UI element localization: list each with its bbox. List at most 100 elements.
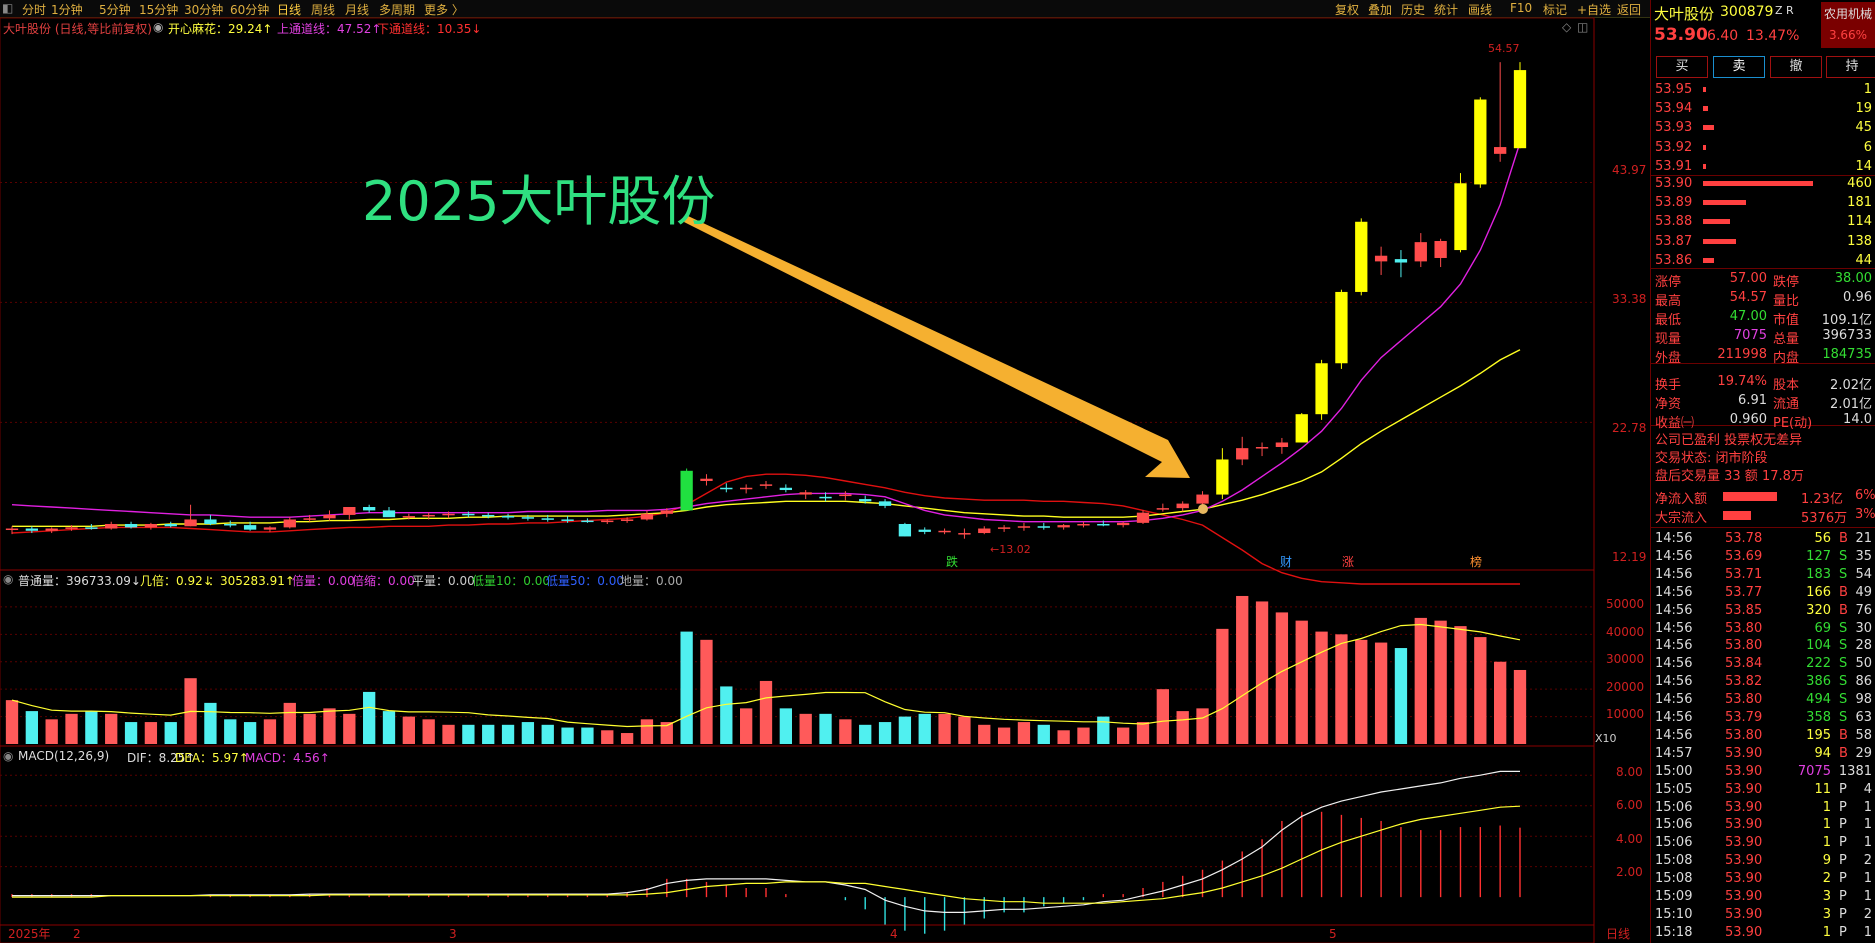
tick-side: P	[1839, 889, 1847, 904]
tick-count: 2	[1863, 906, 1872, 922]
candle-body	[184, 519, 197, 527]
legend-low10: 低量10：0.00	[472, 574, 550, 588]
volume-bar	[878, 722, 892, 744]
book-volume: 45	[1855, 120, 1872, 136]
volume-bar	[204, 702, 217, 744]
volume-bar	[541, 724, 554, 744]
tick-volume: 320	[1806, 602, 1831, 618]
candle-body	[482, 514, 495, 517]
sector-box[interactable]: 农用机械 3.66%	[1821, 2, 1875, 48]
volume-bar	[1454, 626, 1467, 744]
candle-body	[799, 492, 812, 495]
candle-body	[1414, 242, 1427, 262]
tick-side: B	[1839, 531, 1848, 546]
candle-body	[1196, 494, 1209, 504]
buy-button[interactable]: 买	[1656, 56, 1708, 78]
tick-time: 15:06	[1655, 835, 1693, 851]
volume-bar	[1077, 727, 1090, 744]
block-inflow-pct: 3%	[1855, 507, 1875, 522]
volume-bar	[740, 708, 753, 744]
macd-tick: 6.00	[1616, 798, 1643, 812]
tick-time: 14:56	[1655, 674, 1693, 690]
tick-volume: 11	[1814, 781, 1831, 797]
volume-bar	[1295, 620, 1308, 744]
stat-value: 109.1亿	[1821, 313, 1872, 328]
candle-body	[720, 487, 733, 490]
tick-side: P	[1839, 906, 1847, 922]
date-month: 2	[73, 927, 81, 941]
tick-volume: 195	[1806, 727, 1831, 743]
tick-side: S	[1839, 548, 1848, 564]
kline-chart[interactable]: 2025大叶股份 43.97 33.38 22.78 12.19 54.57 ←…	[0, 0, 1650, 943]
volume-bar	[680, 631, 693, 744]
tick-price: 53.90	[1725, 781, 1763, 797]
tick-time: 15:09	[1655, 889, 1693, 904]
tick-price: 53.80	[1725, 727, 1763, 743]
volume-settings-icon[interactable]: ◉	[3, 572, 13, 586]
candle-body	[1255, 447, 1269, 449]
stat-label: 净资	[1655, 397, 1682, 412]
tick-price: 53.80	[1725, 692, 1763, 708]
tick-side: S	[1839, 692, 1848, 708]
volume-bar	[462, 724, 475, 744]
volume-bar	[859, 724, 872, 744]
candle-body	[65, 527, 78, 529]
event-mark: 榜	[1470, 554, 1482, 569]
book-volume-bar	[1703, 181, 1813, 186]
candle-body	[581, 520, 594, 523]
annotation-text: 2025大叶股份	[362, 170, 715, 233]
stat-label: 最高	[1655, 294, 1682, 309]
volume-bar	[1156, 689, 1169, 744]
tick-time: 14:56	[1655, 638, 1693, 654]
book-volume-bar	[1703, 125, 1714, 131]
volume-bar	[283, 702, 296, 744]
candle-body	[283, 519, 296, 528]
stat-label: 股本	[1773, 378, 1800, 393]
candle-body	[164, 523, 177, 527]
sell-button[interactable]: 卖	[1713, 56, 1765, 78]
book-price: 53.94	[1655, 101, 1693, 117]
tick-side: S	[1839, 566, 1848, 582]
stat-label: 量比	[1773, 294, 1800, 309]
tick-count: 1	[1863, 835, 1872, 851]
tick-count: 86	[1855, 674, 1872, 690]
tick-count: 63	[1855, 710, 1872, 725]
volume-bar	[402, 716, 415, 744]
tick-count: 29	[1855, 745, 1872, 761]
tick-time: 14:56	[1655, 566, 1693, 582]
tick-time: 15:06	[1655, 817, 1693, 833]
book-volume: 19	[1855, 101, 1872, 117]
book-volume-bar	[1703, 219, 1730, 225]
candle-body	[263, 527, 277, 530]
tick-time: 15:10	[1655, 906, 1693, 922]
event-mark: 财	[1280, 555, 1292, 569]
position-button[interactable]: 持	[1826, 56, 1875, 78]
tick-time: 15:06	[1655, 799, 1693, 815]
stat-value: 2.01亿	[1830, 397, 1872, 412]
tick-time: 14:56	[1655, 548, 1693, 564]
legend-ground: 地量：0.00	[620, 574, 683, 588]
tick-time: 14:56	[1655, 727, 1693, 743]
book-volume-bar	[1703, 163, 1706, 169]
volume-bar	[105, 713, 118, 744]
info-trade-status: 交易状态: 闭市阶段	[1655, 451, 1768, 466]
volume-bar	[819, 713, 832, 744]
price-tick: 43.97	[1612, 163, 1646, 177]
candle-body	[363, 507, 376, 511]
candle-body	[1374, 255, 1388, 262]
tick-count: 49	[1855, 584, 1872, 600]
candle-body	[1077, 523, 1090, 526]
volume-tick: 40000	[1606, 625, 1644, 639]
candle-body	[1097, 523, 1110, 526]
macd-settings-icon[interactable]: ◉	[3, 749, 13, 763]
tick-volume: 3	[1822, 906, 1831, 922]
volume-bar	[224, 719, 237, 744]
volume-bar	[1335, 634, 1348, 744]
price-tick: 33.38	[1612, 292, 1646, 306]
book-price: 53.90	[1655, 176, 1693, 191]
volume-bar	[1513, 669, 1527, 744]
tick-count: 54	[1855, 566, 1872, 582]
candle-body	[45, 528, 58, 531]
cancel-order-button[interactable]: 撤	[1770, 56, 1822, 78]
volume-bar	[779, 708, 792, 744]
